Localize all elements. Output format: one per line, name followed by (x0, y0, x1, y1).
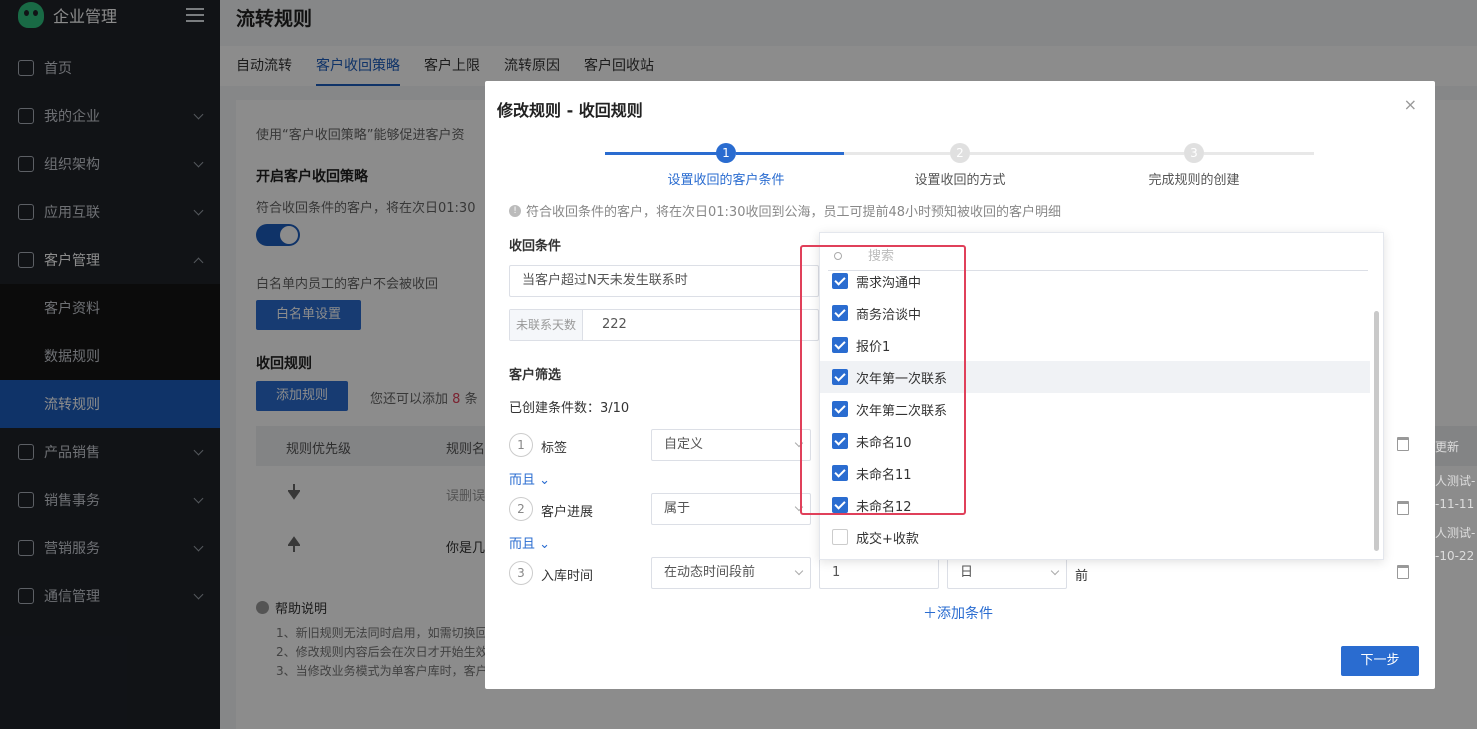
condition-select[interactable]: 当客户超过N天未发生联系时 (509, 265, 819, 297)
condition-number: 3 (509, 561, 533, 585)
days-input[interactable]: 未联系天数 222 (509, 309, 819, 341)
condition-field: 标签 (541, 441, 568, 456)
condition-number: 1 (509, 433, 533, 457)
step-2-label: 设置收回的方式 (914, 173, 1006, 188)
chevron-down-icon (794, 566, 804, 576)
add-condition-label: 添加条件 (937, 606, 993, 622)
select-value: 日 (960, 565, 974, 580)
option-label: 成交+收款 (856, 531, 919, 547)
condition-operator-select[interactable]: 在动态时间段前 (651, 557, 811, 589)
row-updater: 人测试- (1435, 526, 1476, 540)
delete-icon[interactable] (1397, 565, 1409, 579)
condition-field: 入库时间 (541, 569, 594, 584)
add-condition-button[interactable]: ＋添加条件 (923, 603, 993, 623)
time-suffix: 前 (1075, 569, 1089, 584)
input-value: 1 (832, 565, 841, 580)
and-link[interactable]: 而且 ⌄ (509, 469, 550, 488)
days-addon: 未联系天数 (510, 310, 584, 340)
step-line (605, 152, 717, 155)
step-1-dot: 1 (716, 143, 736, 163)
time-value-input[interactable]: 1 (819, 557, 939, 589)
next-step-button[interactable]: 下一步 (1341, 646, 1419, 676)
and-link[interactable]: 而且 ⌄ (509, 533, 550, 552)
delete-icon[interactable] (1397, 437, 1409, 451)
select-value: 属于 (664, 501, 691, 516)
step-line (1204, 152, 1314, 155)
column-header-update: 更新 (1435, 440, 1460, 454)
condition-operator-select[interactable]: 自定义 (651, 429, 811, 461)
step-line (736, 152, 844, 155)
info-icon: ! (509, 204, 521, 217)
checkbox-unchecked[interactable] (832, 529, 848, 545)
step-line (844, 152, 950, 155)
row-update-date: -11-11 (1435, 497, 1475, 511)
highlight-box (800, 245, 966, 515)
time-unit-select[interactable]: 日 (947, 557, 1067, 589)
row-update-date: -10-22 (1435, 549, 1475, 563)
days-value: 222 (602, 317, 627, 332)
and-link-text: 而且 (509, 473, 536, 488)
condition-number: 2 (509, 497, 533, 521)
select-value: 当客户超过N天未发生联系时 (522, 273, 688, 288)
modal-title: 修改规则 - 收回规则 (497, 101, 643, 120)
condition-operator-select[interactable]: 属于 (651, 493, 811, 525)
step-2-dot: 2 (950, 143, 970, 163)
select-value: 自定义 (664, 437, 704, 452)
step-1-label: 设置收回的客户条件 (667, 173, 785, 188)
tip-text: 符合收回条件的客户，将在次日01:30收回到公海，员工可提前48小时预知被收回的… (526, 205, 1062, 220)
created-count: 已创建条件数：3/10 (509, 401, 630, 416)
filter-title: 客户筛选 (509, 368, 562, 383)
condition-title: 收回条件 (509, 239, 562, 254)
recall-tip: ! 符合收回条件的客户，将在次日01:30收回到公海，员工可提前48小时预知被收回… (509, 201, 1061, 220)
dropdown-scrollbar[interactable] (1374, 311, 1379, 551)
and-link-text: 而且 (509, 537, 536, 552)
step-3-dot: 3 (1184, 143, 1204, 163)
condition-field: 客户进展 (541, 505, 594, 520)
delete-icon[interactable] (1397, 501, 1409, 515)
row-updater: 人测试- (1435, 474, 1476, 488)
steps: 1 2 3 设置收回的客户条件 设置收回的方式 完成规则的创建 (605, 143, 1315, 193)
step-line (970, 152, 1184, 155)
select-value: 在动态时间段前 (664, 565, 756, 580)
chevron-down-icon (1050, 566, 1060, 576)
dropdown-option[interactable]: 成交+收款 (820, 521, 1370, 553)
step-3-label: 完成规则的创建 (1148, 173, 1240, 188)
plus-icon: ＋ (923, 606, 937, 622)
close-icon[interactable]: × (1404, 95, 1417, 114)
